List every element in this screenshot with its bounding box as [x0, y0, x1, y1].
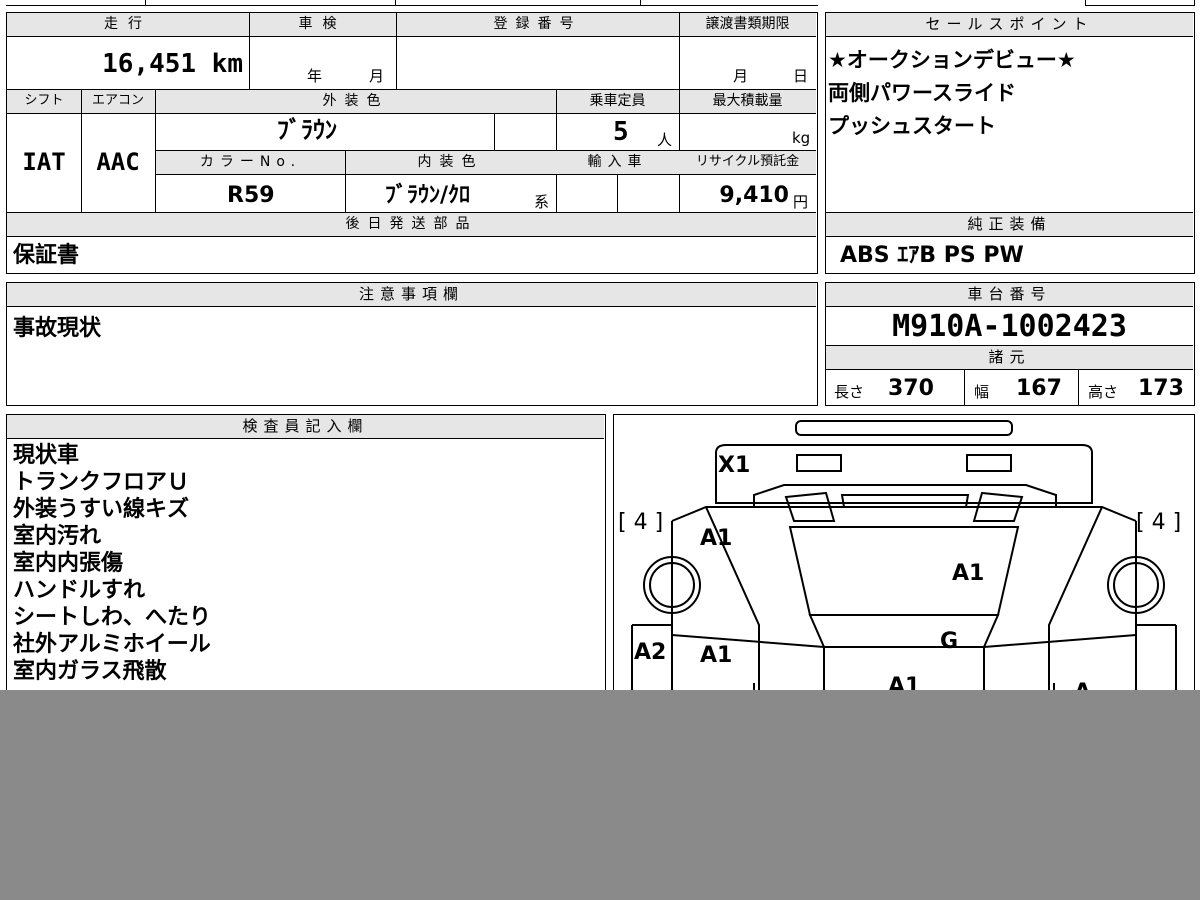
- later-parts-header: 後日発送部品: [7, 213, 816, 236]
- equipment-value: ABS ｴｱB PS PW: [840, 243, 1024, 268]
- chassis-header: 車台番号: [826, 283, 1193, 307]
- registration-header: 登録番号: [396, 13, 679, 36]
- sales-line: 両側パワースライド: [828, 81, 1016, 105]
- color-no-value: R59: [227, 183, 275, 208]
- later-parts-value: 保証書: [13, 243, 80, 268]
- notes-value: 事故現状: [13, 316, 102, 341]
- recycle-unit: 円: [793, 193, 809, 211]
- mileage-header: 走行: [7, 13, 249, 36]
- mark-g-windshield: G: [940, 629, 959, 654]
- notes-header: 注意事項欄: [7, 283, 816, 307]
- sales-points-box: セールスポイント ★オークションデビュー★ 両側パワースライド プッシュスタート…: [825, 12, 1195, 274]
- divider: [7, 236, 816, 237]
- divider: [1078, 370, 1079, 405]
- exterior-value: ﾌﾞﾗｳﾝ: [277, 116, 337, 144]
- inspector-line: 室内汚れ: [13, 524, 102, 549]
- chassis-box: 車台番号 M910A-1002423 諸元 長さ 370 幅 167 高さ 17…: [825, 282, 1195, 406]
- capacity-header: 乗車定員: [556, 90, 679, 113]
- mark-a2-left: A2: [634, 640, 667, 665]
- inspector-line: 室内内張傷: [13, 551, 124, 576]
- divider: [145, 0, 146, 6]
- inspection-header: 車検: [249, 13, 396, 36]
- divider: [679, 13, 680, 89]
- interior-unit: 系: [534, 193, 550, 211]
- inspector-line: 現状車: [13, 443, 80, 468]
- dims-header: 諸元: [826, 346, 1193, 370]
- inspector-line: トランクフロアＵ: [13, 470, 190, 495]
- mark-tire-left: [ 4 ]: [618, 510, 664, 535]
- exterior-header: 外装色: [155, 90, 556, 113]
- maxload-unit: kg: [792, 129, 811, 147]
- inspector-box: 検査員記入欄 現状車 トランクフロアＵ 外装うすい線キズ 室内汚れ 室内内張傷 …: [6, 414, 606, 714]
- interior-header: 内装色: [345, 151, 556, 174]
- length-label: 長さ: [834, 383, 865, 401]
- transfer-month: 月: [733, 67, 749, 85]
- divider: [396, 13, 397, 89]
- color-no-header: カラーNo.: [156, 151, 345, 174]
- divider: [964, 370, 965, 405]
- vehicle-info-table: 走行 車検 登録番号 譲渡書類期限 16,451 km 年 月 月 日 シフト …: [6, 12, 818, 274]
- interior-value: ﾌﾞﾗｳﾝ/ｸﾛ: [385, 183, 471, 208]
- shift-header: シフト: [7, 90, 81, 113]
- capacity-value: 5: [613, 117, 629, 147]
- inspection-year: 年: [307, 67, 323, 85]
- height-value: 173: [1138, 376, 1184, 401]
- transfer-day: 日: [793, 67, 809, 85]
- sales-line: ★オークションデビュー★: [828, 48, 1076, 72]
- width-label: 幅: [974, 383, 990, 401]
- mileage-value: 16,451 km: [102, 49, 243, 79]
- car-diagram: X1 [ 4 ] [ 4 ] A1 A1 A2 A1 G A1 A: [613, 414, 1195, 714]
- divider: [7, 36, 816, 37]
- ac-header: エアコン: [81, 90, 155, 113]
- inspector-line: シートしわ、へたり: [13, 605, 212, 630]
- divider: [640, 0, 641, 6]
- divider: [395, 0, 396, 6]
- length-value: 370: [888, 376, 934, 401]
- inspector-line: 室内ガラス飛散: [13, 659, 167, 684]
- divider: [155, 174, 816, 175]
- shift-value: IAT: [22, 148, 66, 176]
- top-right-cutoff: [1085, 0, 1195, 6]
- top-cutoff-row: [6, 0, 818, 6]
- sales-points-header: セールスポイント: [826, 13, 1193, 37]
- chassis-number: M910A-1002423: [892, 309, 1127, 344]
- mark-a1-left-front: A1: [700, 526, 733, 551]
- equipment-header: 純正装備: [826, 213, 1193, 237]
- sales-line: プッシュスタート: [828, 114, 996, 138]
- mark-x1: X1: [718, 453, 751, 478]
- inspector-line: 社外アルミホイール: [13, 632, 211, 657]
- recycle-header: リサイクル預託金: [679, 151, 816, 174]
- transfer-header: 譲渡書類期限: [679, 13, 816, 36]
- ac-value: AAC: [96, 148, 140, 176]
- notes-box: 注意事項欄 事故現状: [6, 282, 818, 406]
- import-header: 輸入車: [556, 151, 679, 174]
- divider: [155, 113, 816, 114]
- divider: [345, 150, 346, 212]
- recycle-value: 9,410: [719, 183, 789, 208]
- mark-a1-hood: A1: [952, 561, 985, 586]
- capacity-unit: 人: [657, 131, 673, 149]
- divider: [249, 13, 250, 89]
- inspector-line: ハンドルすれ: [13, 578, 146, 603]
- mark-tire-right: [ 4 ]: [1136, 510, 1182, 535]
- divider: [494, 113, 495, 150]
- inspection-month: 月: [369, 67, 385, 85]
- mark-a1-left-door: A1: [700, 643, 733, 668]
- maxload-header: 最大積載量: [679, 90, 816, 113]
- height-label: 高さ: [1088, 383, 1119, 401]
- divider: [617, 174, 618, 212]
- inspector-header: 検査員記入欄: [7, 415, 604, 439]
- gray-overlay: [0, 690, 1200, 900]
- inspector-line: 外装うすい線キズ: [13, 497, 190, 522]
- width-value: 167: [1016, 376, 1062, 401]
